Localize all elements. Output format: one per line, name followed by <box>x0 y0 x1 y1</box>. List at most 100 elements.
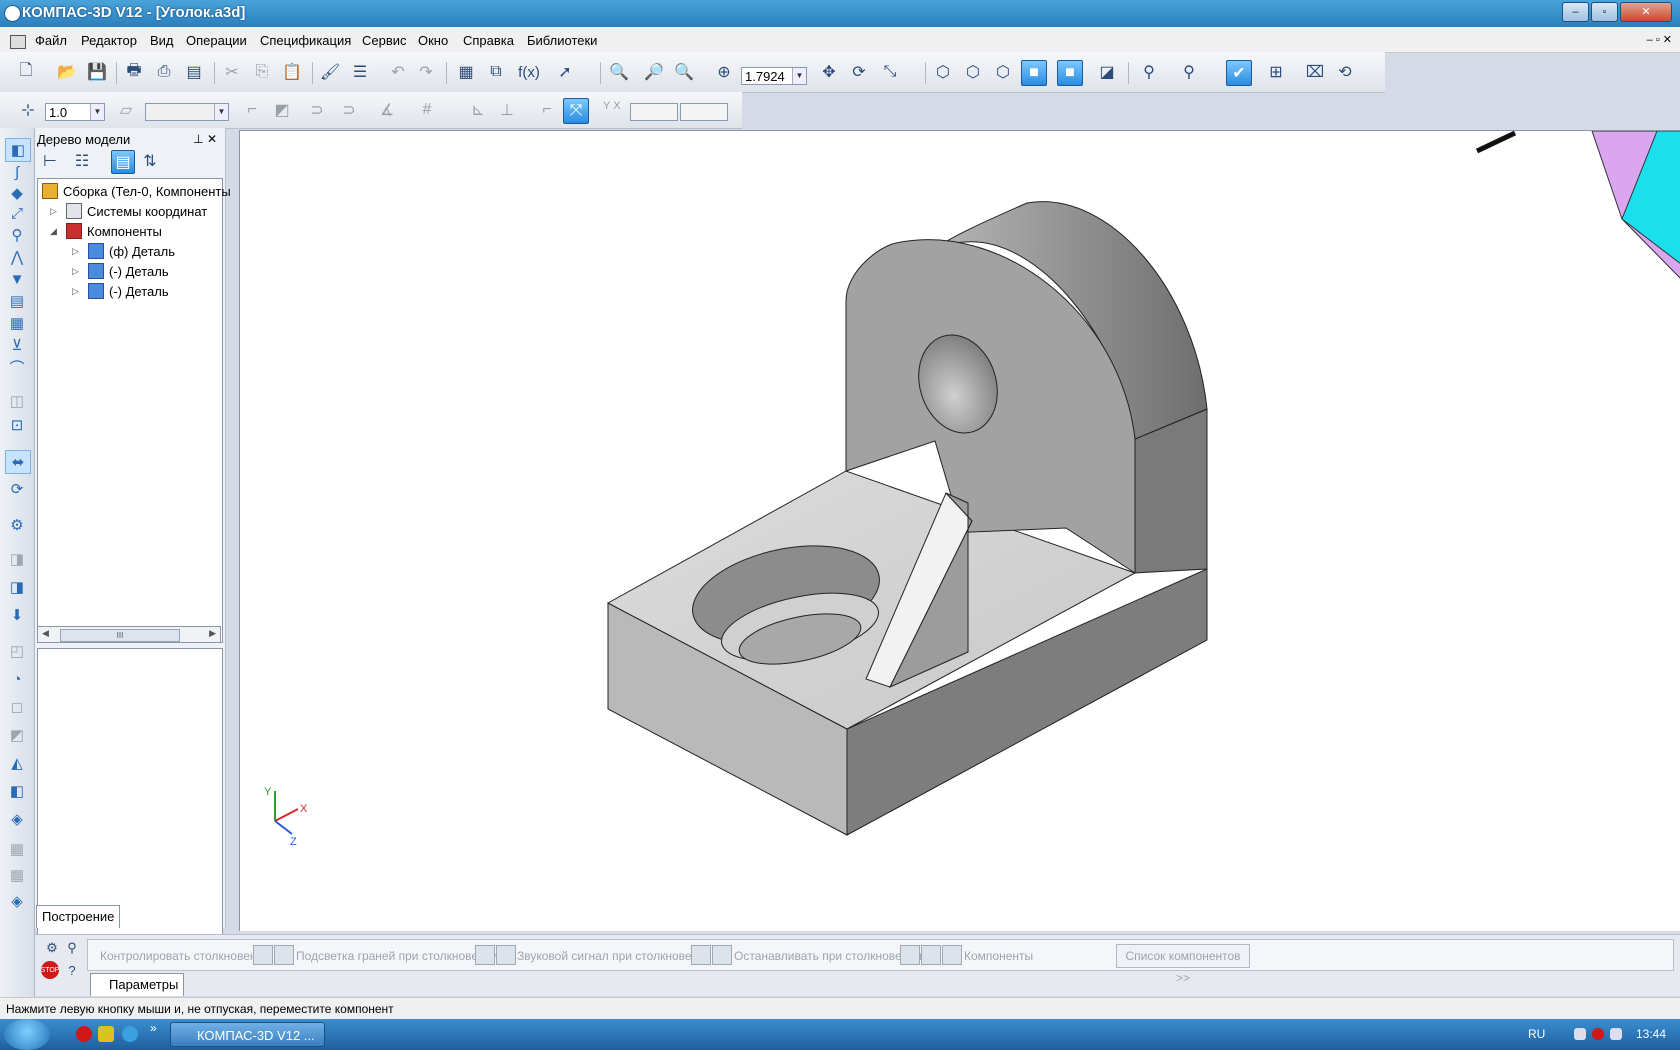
rotate-component-icon[interactable]: ⟳ <box>5 478 29 500</box>
new-document-icon[interactable]: 🗋 <box>14 60 38 84</box>
components-label[interactable]: Компоненты <box>964 949 1033 963</box>
expand-icon[interactable]: ▷ <box>72 266 82 277</box>
scroll-thumb[interactable]: III <box>60 629 180 642</box>
section-icon[interactable]: ⌧ <box>1303 60 1327 84</box>
fillet-icon[interactable]: ◔ <box>5 668 29 690</box>
drag-component-icon[interactable]: ⤧ <box>563 98 589 124</box>
array-solid-icon[interactable]: ▦ <box>5 838 29 860</box>
draft-icon[interactable]: ◭ <box>5 752 29 774</box>
chevron-down-icon[interactable]: ▼ <box>90 104 104 120</box>
cut-extrude-icon[interactable]: ◨ <box>5 576 29 598</box>
expand-icon[interactable]: ▷ <box>72 246 82 257</box>
selection-filter-icon[interactable]: ⚲ <box>1177 60 1201 84</box>
grid-icon[interactable]: # <box>415 98 439 122</box>
menu-file[interactable]: Файл <box>35 33 67 48</box>
attach-icon[interactable]: ⚲ <box>5 224 29 246</box>
menu-view[interactable]: Вид <box>150 33 174 48</box>
menu-service[interactable]: Сервис <box>362 33 407 48</box>
ortho-icon[interactable]: ∡ <box>375 98 399 122</box>
shaded-icon[interactable]: ■ <box>1021 60 1047 86</box>
layer-icon[interactable]: ▱ <box>114 98 138 122</box>
stop-off-icon[interactable] <box>921 945 941 965</box>
menu-libraries[interactable]: Библиотеки <box>527 33 597 48</box>
spatial-curves-icon[interactable]: ∫ <box>5 161 29 183</box>
tree-horizontal-scrollbar[interactable]: ◀ III ▶ <box>37 626 221 643</box>
tree-node-part[interactable]: ▷ (ф) Деталь <box>72 243 175 259</box>
model-view[interactable]: Y X Z <box>240 131 1680 931</box>
add-from-file-icon[interactable]: ⊡ <box>5 414 29 436</box>
rebuild-icon[interactable]: ⟲ <box>1333 60 1357 84</box>
measure-icon[interactable]: ⊞ <box>1264 60 1288 84</box>
minimize-button[interactable]: – <box>1562 2 1589 22</box>
expand-icon[interactable]: ▷ <box>50 206 60 217</box>
pan-icon[interactable]: ✥ <box>817 60 841 84</box>
rib-icon[interactable]: ◩ <box>5 724 29 746</box>
shell-icon[interactable]: ◻ <box>5 696 29 718</box>
start-button[interactable] <box>4 1019 50 1050</box>
local-cs-icon[interactable]: ⊾ <box>466 98 490 122</box>
aux-geometry-icon[interactable]: ⋀ <box>5 246 29 268</box>
measurements-icon[interactable]: ⊻ <box>5 334 29 356</box>
tree-node-components[interactable]: ◢ Компоненты <box>50 223 162 239</box>
library-icon[interactable]: ⧉ <box>484 60 508 84</box>
mates-icon[interactable]: ⚙ <box>5 514 29 536</box>
axes-icon[interactable]: ⊥ <box>495 98 519 122</box>
highlight-on-icon[interactable] <box>475 945 495 965</box>
chevron-down-icon[interactable]: ▼ <box>792 68 806 84</box>
collision-on-icon[interactable] <box>253 945 273 965</box>
tree-node-assembly[interactable]: Сборка (Тел-0, Компоненты <box>42 183 231 199</box>
tree-node-coordinate-systems[interactable]: ▷ Системы координат <box>50 203 207 219</box>
panel-pin-close-buttons[interactable]: ⊥ ✕ <box>193 132 217 146</box>
undo-icon[interactable]: ↶ <box>386 60 410 84</box>
menu-window[interactable]: Окно <box>418 33 448 48</box>
highlight-off-icon[interactable] <box>496 945 516 965</box>
specification-icon[interactable]: ▤ <box>5 290 29 312</box>
zoom-icon[interactable]: 🔎 <box>642 60 666 84</box>
collapse-icon[interactable]: ◢ <box>50 226 60 237</box>
hidden-lines-icon[interactable]: ⬡ <box>961 60 985 84</box>
sound-signal-label[interactable]: Звуковой сигнал при столкновении <box>517 949 712 963</box>
tab-build[interactable]: Построение <box>36 905 121 928</box>
list-icon[interactable]: ☰ <box>348 60 372 84</box>
component-list-button[interactable]: Список компонентов >> <box>1116 944 1250 985</box>
volume-icon[interactable] <box>1610 1028 1622 1040</box>
corner-icon[interactable]: ⌐ <box>535 98 559 122</box>
copy-icon[interactable]: ⎘ <box>250 60 274 84</box>
internet-explorer-icon[interactable] <box>122 1026 138 1042</box>
snap-icon[interactable]: ⊃ <box>337 98 361 122</box>
menu-edit[interactable]: Редактор <box>81 33 137 48</box>
antivirus-icon[interactable] <box>1592 1028 1604 1040</box>
kompas-app-icon[interactable] <box>4 5 21 22</box>
scroll-right-icon[interactable]: ▶ <box>209 628 216 639</box>
collision-off-icon[interactable] <box>274 945 294 965</box>
sketch-icon[interactable]: ⌐ <box>240 98 264 122</box>
mirror-icon[interactable]: ◈ <box>5 808 29 830</box>
step-combo[interactable]: 1.0 ▼ <box>45 103 105 121</box>
tab-parameters[interactable]: Параметры <box>90 973 185 996</box>
wireframe-icon[interactable]: ⬡ <box>931 60 955 84</box>
filter-tool-icon[interactable]: ▼ <box>5 268 29 290</box>
taskbar-kompas-item[interactable]: КОМПАС-3D V12 ... <box>170 1022 325 1047</box>
chevron-down-icon[interactable]: ▼ <box>214 104 228 120</box>
scroll-left-icon[interactable]: ◀ <box>42 628 49 639</box>
format-painter-icon[interactable]: 🖌 <box>318 60 342 84</box>
expand-icon[interactable]: ▷ <box>72 286 82 297</box>
open-file-icon[interactable]: 📂 <box>55 60 79 84</box>
tree-node-part[interactable]: ▷ (-) Деталь <box>72 283 169 299</box>
tree-order-icon[interactable]: ▤ <box>111 150 135 174</box>
plane-icon[interactable]: ◩ <box>270 98 294 122</box>
section-solid-icon[interactable]: ◧ <box>5 780 29 802</box>
zoom-all-icon[interactable]: ⊕ <box>712 60 736 84</box>
zoom-window-icon[interactable]: 🔍 <box>607 60 631 84</box>
mdi-controls[interactable]: – ▫ ✕ <box>1647 33 1672 46</box>
cut-icon[interactable]: ✂ <box>220 60 244 84</box>
opera-icon[interactable] <box>76 1026 92 1042</box>
collision-control-label[interactable]: Контролировать столкновения <box>100 949 270 963</box>
create-object-icon[interactable]: ⚙ <box>43 939 61 957</box>
arrays-icon[interactable]: ⤢ <box>5 202 29 224</box>
stop-on-collision-label[interactable]: Останавливать при столкновении <box>734 949 922 963</box>
library-tool-icon[interactable]: ◈ <box>5 890 29 912</box>
move-component-icon[interactable]: ⬌ <box>5 450 31 474</box>
rotate-icon[interactable]: ⟳ <box>847 60 871 84</box>
print-icon[interactable]: 🖶 <box>122 60 146 84</box>
